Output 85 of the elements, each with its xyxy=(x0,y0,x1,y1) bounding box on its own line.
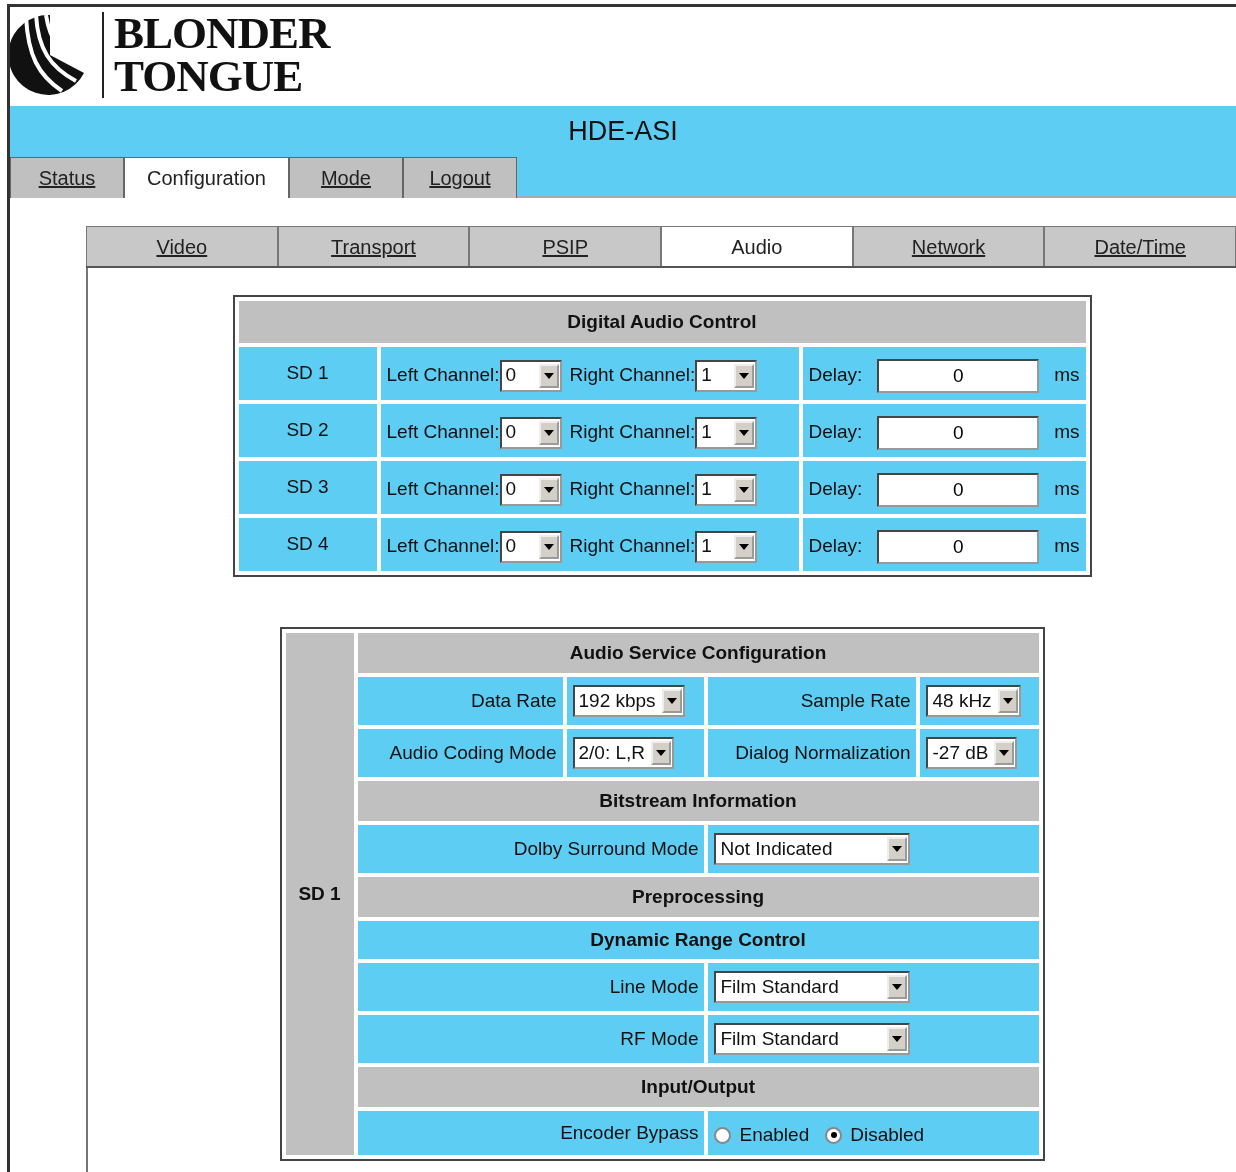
caret-icon xyxy=(734,477,755,502)
channel-label: SD 1 xyxy=(238,347,377,400)
delay-input[interactable]: 0 xyxy=(877,415,1040,450)
section-header: Digital Audio Control xyxy=(238,301,1086,343)
tab[interactable]: Status xyxy=(10,157,124,198)
delay-input[interactable]: 0 xyxy=(877,358,1040,393)
field-label: Delay: xyxy=(808,534,863,559)
tab[interactable]: Video xyxy=(86,226,278,266)
field-label: Dolby Surround Mode xyxy=(357,825,705,873)
field-label: Delay: xyxy=(808,420,863,445)
section-header: Dynamic Range Control xyxy=(357,921,1039,959)
unit-label: ms xyxy=(1054,534,1080,559)
tab[interactable]: Mode xyxy=(288,157,403,198)
field-label: Line Mode xyxy=(357,963,705,1011)
tab[interactable]: Date/Time xyxy=(1044,226,1236,266)
field-label: Right Channel: xyxy=(569,477,696,502)
tab[interactable]: Transport xyxy=(277,226,470,266)
tab[interactable]: Logout xyxy=(402,157,517,198)
dropdown[interactable]: 2/0: L,R xyxy=(572,737,675,769)
logo-text: BLONDER TONGUE xyxy=(102,11,330,98)
section-header: Input/Output xyxy=(357,1067,1039,1107)
caret-icon xyxy=(887,1027,908,1051)
radio-button[interactable] xyxy=(825,1126,843,1144)
dropdown[interactable]: 1 xyxy=(695,416,758,449)
dropdown[interactable]: 1 xyxy=(695,473,758,506)
section-header: Bitstream Information xyxy=(357,781,1039,821)
field-label: Delay: xyxy=(808,477,863,502)
channel-label: SD 3 xyxy=(238,461,377,514)
unit-label: ms xyxy=(1054,420,1080,445)
field-label: Left Channel: xyxy=(386,363,500,388)
field-label: Data Rate xyxy=(357,677,563,725)
field-label: Dialog Normalization xyxy=(708,729,917,777)
caret-icon xyxy=(734,363,755,388)
dropdown[interactable]: 0 xyxy=(499,530,562,563)
caret-icon xyxy=(734,534,755,559)
dropdown[interactable]: 1 xyxy=(695,530,758,563)
channel-label: SD 4 xyxy=(238,518,377,571)
dropdown[interactable]: 0 xyxy=(499,473,562,506)
dropdown[interactable]: 0 xyxy=(499,416,562,449)
radio-button[interactable] xyxy=(714,1126,732,1144)
unit-label: ms xyxy=(1054,363,1080,388)
unit-label: ms xyxy=(1054,477,1080,502)
dropdown[interactable]: 0 xyxy=(499,359,562,392)
field-label: Right Channel: xyxy=(569,363,696,388)
caret-icon xyxy=(651,741,672,765)
tab[interactable]: Network xyxy=(852,226,1045,266)
section-header: Preprocessing xyxy=(357,877,1039,917)
caret-icon xyxy=(661,689,682,713)
caret-icon xyxy=(538,420,559,445)
channel-label: SD 2 xyxy=(238,404,377,457)
field-label: Audio Coding Mode xyxy=(357,729,563,777)
tab[interactable]: Audio xyxy=(661,226,853,266)
field-label: Encoder Bypass xyxy=(357,1111,705,1155)
dropdown[interactable]: 192 kbps xyxy=(572,685,685,717)
caret-icon xyxy=(887,975,908,999)
delay-input[interactable]: 0 xyxy=(877,529,1040,564)
dropdown[interactable]: -27 dB xyxy=(926,737,1018,769)
caret-icon xyxy=(538,363,559,388)
channel-label: SD 1 xyxy=(285,633,354,1155)
dropdown[interactable]: Not Indicated xyxy=(714,833,911,865)
dropdown[interactable]: 48 kHz xyxy=(926,685,1021,717)
tab[interactable]: PSIP xyxy=(469,226,661,266)
field-label: Delay: xyxy=(808,363,863,388)
field-label: Right Channel: xyxy=(569,534,696,559)
field-label: RF Mode xyxy=(357,1015,705,1063)
caret-icon xyxy=(538,534,559,559)
caret-icon xyxy=(887,837,908,861)
caret-icon xyxy=(734,420,755,445)
delay-input[interactable]: 0 xyxy=(877,472,1040,507)
app-title: HDE-ASI xyxy=(567,115,679,148)
section-header: Audio Service Configuration xyxy=(357,633,1039,673)
field-label: Left Channel: xyxy=(386,477,500,502)
field-label: Right Channel: xyxy=(569,420,696,445)
field-label: Left Channel: xyxy=(386,534,500,559)
caret-icon xyxy=(994,741,1015,765)
caret-icon xyxy=(538,477,559,502)
option-label: Enabled xyxy=(739,1122,810,1147)
option-label: Disabled xyxy=(850,1122,925,1147)
field-label: Sample Rate xyxy=(708,677,917,725)
tab[interactable]: Configuration xyxy=(124,157,289,198)
dropdown[interactable]: 1 xyxy=(695,359,758,392)
caret-icon xyxy=(997,689,1018,713)
field-label: Left Channel: xyxy=(386,420,500,445)
dropdown[interactable]: Film Standard xyxy=(714,971,911,1003)
dropdown[interactable]: Film Standard xyxy=(714,1023,911,1055)
